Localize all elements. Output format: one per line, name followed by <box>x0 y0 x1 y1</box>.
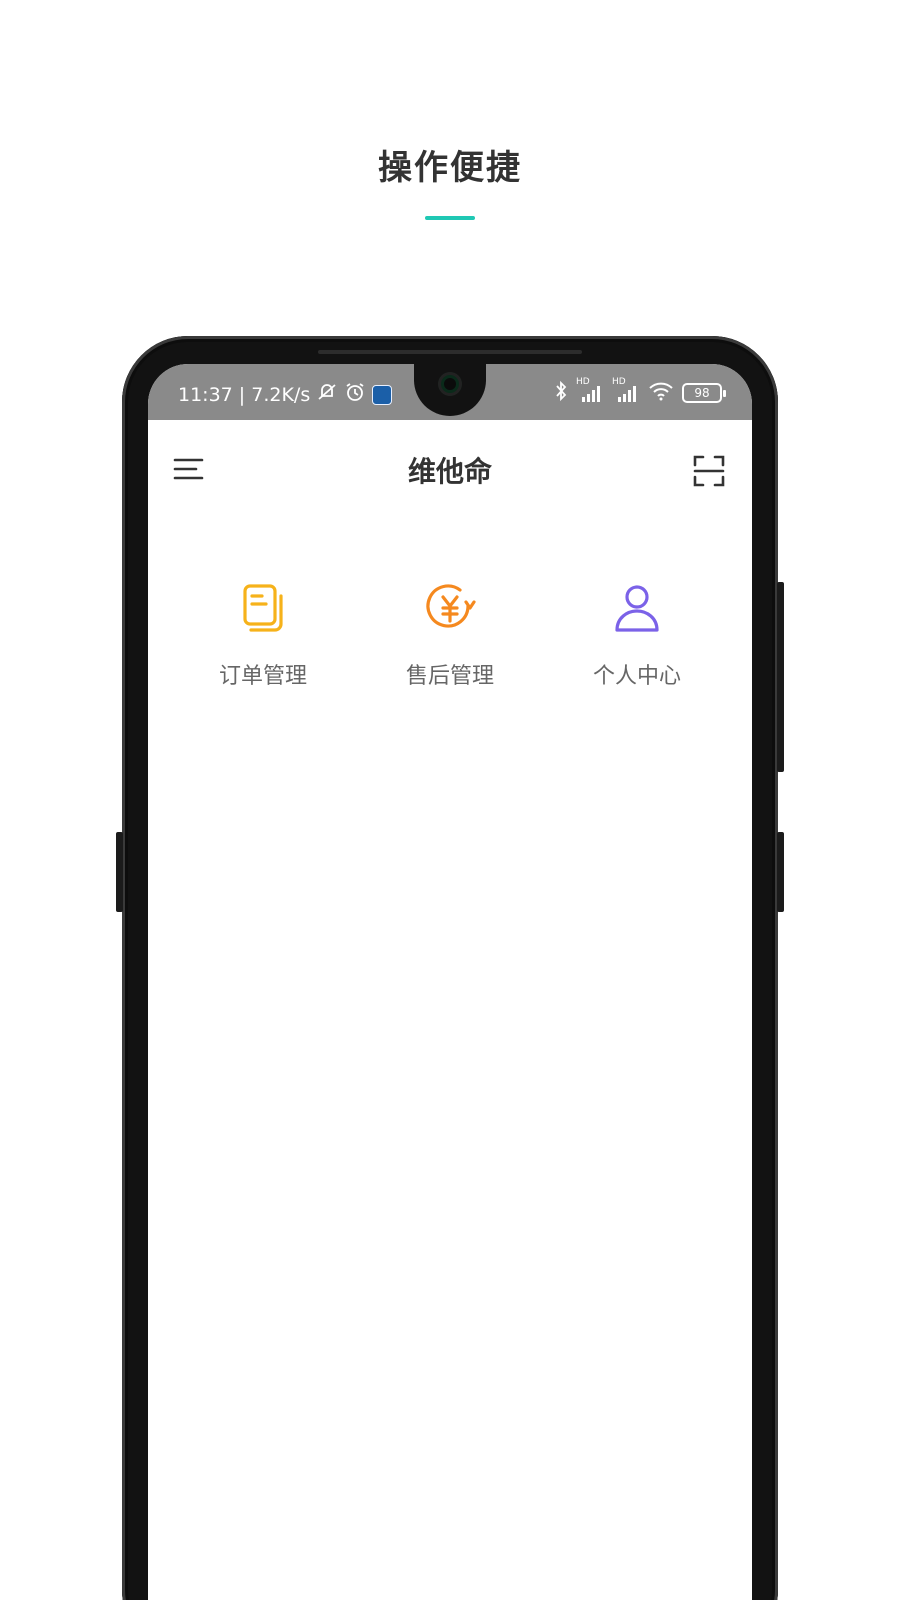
grid-item-order-management[interactable]: 订单管理 <box>170 580 356 700</box>
grid-label: 个人中心 <box>592 664 681 689</box>
cell-signal-icon: HD <box>612 377 640 403</box>
front-camera <box>438 372 462 396</box>
user-icon <box>609 580 665 640</box>
signal-label: HD <box>612 377 626 387</box>
scan-icon[interactable] <box>692 454 726 488</box>
app-header: 维他命 <box>148 420 752 520</box>
app-title: 维他命 <box>407 455 492 488</box>
status-bar: 11:37 | 7.2K/s HD HD 98 <box>148 364 752 420</box>
phone-side-button <box>777 832 784 912</box>
phone-speaker-edge <box>318 350 582 354</box>
battery-indicator: 98 <box>682 383 726 403</box>
grid-item-personal-center[interactable]: 个人中心 <box>544 580 730 700</box>
promo-underline <box>425 216 475 220</box>
phone-side-button <box>777 582 784 772</box>
grid-label: 订单管理 <box>218 664 307 689</box>
wifi-icon <box>648 381 674 405</box>
phone-side-button <box>116 832 123 912</box>
promo-title: 操作便捷 <box>378 148 522 188</box>
grid-item-after-sales[interactable]: 售后管理 <box>357 580 543 700</box>
alarm-icon <box>344 381 366 408</box>
status-time-speed: 11:37 | 7.2K/s <box>178 383 311 406</box>
page: 操作便捷 11:37 | 7.2K/s HD HD 98 维他命 订单管理 售后… <box>0 0 900 1600</box>
status-bar-left: 11:37 | 7.2K/s <box>178 381 393 408</box>
grid-label: 售后管理 <box>405 664 494 689</box>
status-bar-right: HD HD 98 <box>554 377 726 406</box>
mute-vibrate-icon <box>316 382 338 407</box>
cell-signal-icon: HD <box>576 377 604 403</box>
document-icon <box>235 580 291 640</box>
bluetooth-icon <box>554 380 568 406</box>
signal-label: HD <box>576 377 590 387</box>
app-notification-icon <box>372 384 393 405</box>
phone-screen: 11:37 | 7.2K/s HD HD 98 维他命 订单管理 售后管理 个人… <box>148 364 752 1600</box>
function-grid: 订单管理 售后管理 个人中心 <box>170 580 730 700</box>
yuan-refund-icon <box>422 580 478 640</box>
